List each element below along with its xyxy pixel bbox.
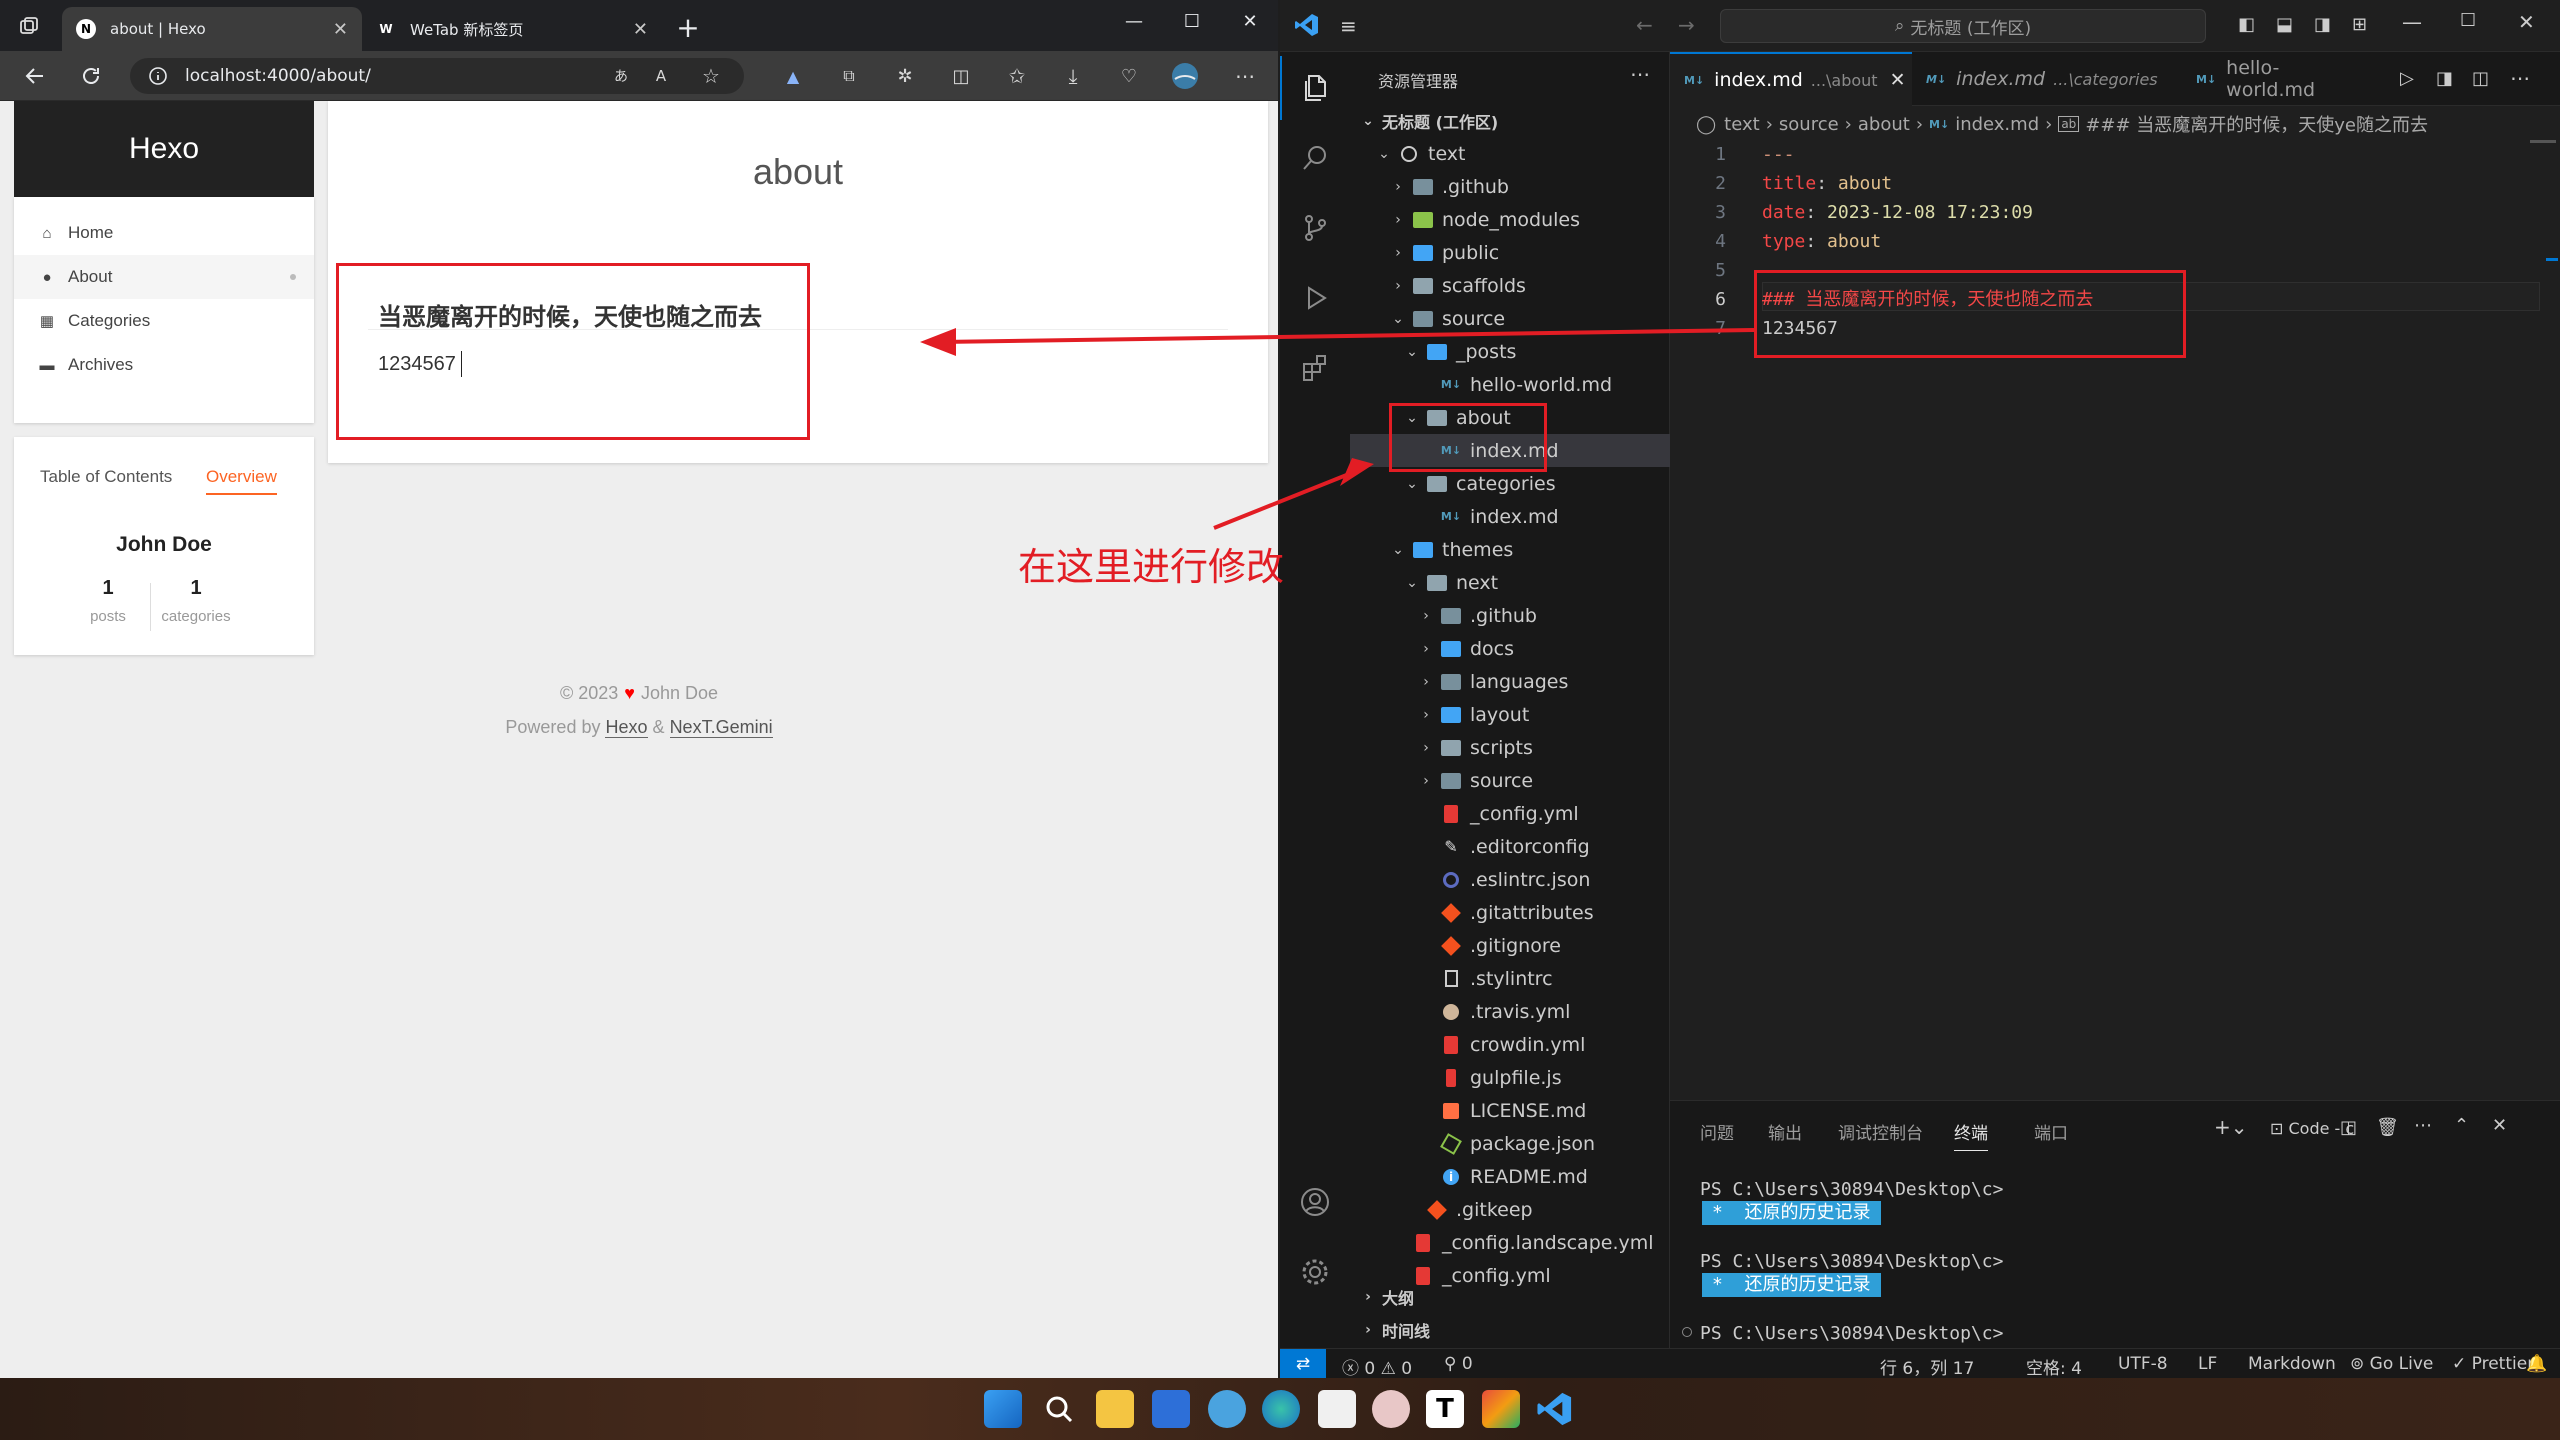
git-tool-icon[interactable] [1482, 1390, 1520, 1428]
arrow-line-to-heading [939, 328, 1755, 344]
edge-browser-icon[interactable] [1262, 1390, 1300, 1428]
arrow-head-icon [920, 328, 956, 356]
app-avatar-icon[interactable] [1372, 1390, 1410, 1428]
store-icon[interactable] [1152, 1390, 1190, 1428]
taskbar: T [0, 1378, 2560, 1440]
annotation-arrows [920, 328, 1755, 530]
file-explorer-icon[interactable] [1096, 1390, 1134, 1428]
app-icon[interactable] [1208, 1390, 1246, 1428]
vscode-taskbar-icon[interactable] [1536, 1390, 1574, 1428]
start-windows-icon[interactable] [984, 1390, 1022, 1428]
search-icon[interactable] [1040, 1390, 1078, 1428]
arrow-line-to-file [1213, 470, 1355, 530]
arrow-head-icon [1340, 458, 1374, 486]
typora-icon[interactable]: T [1426, 1390, 1464, 1428]
media-player-icon[interactable] [1318, 1390, 1356, 1428]
annotation-text: 在这里进行修改 [1018, 545, 1285, 589]
